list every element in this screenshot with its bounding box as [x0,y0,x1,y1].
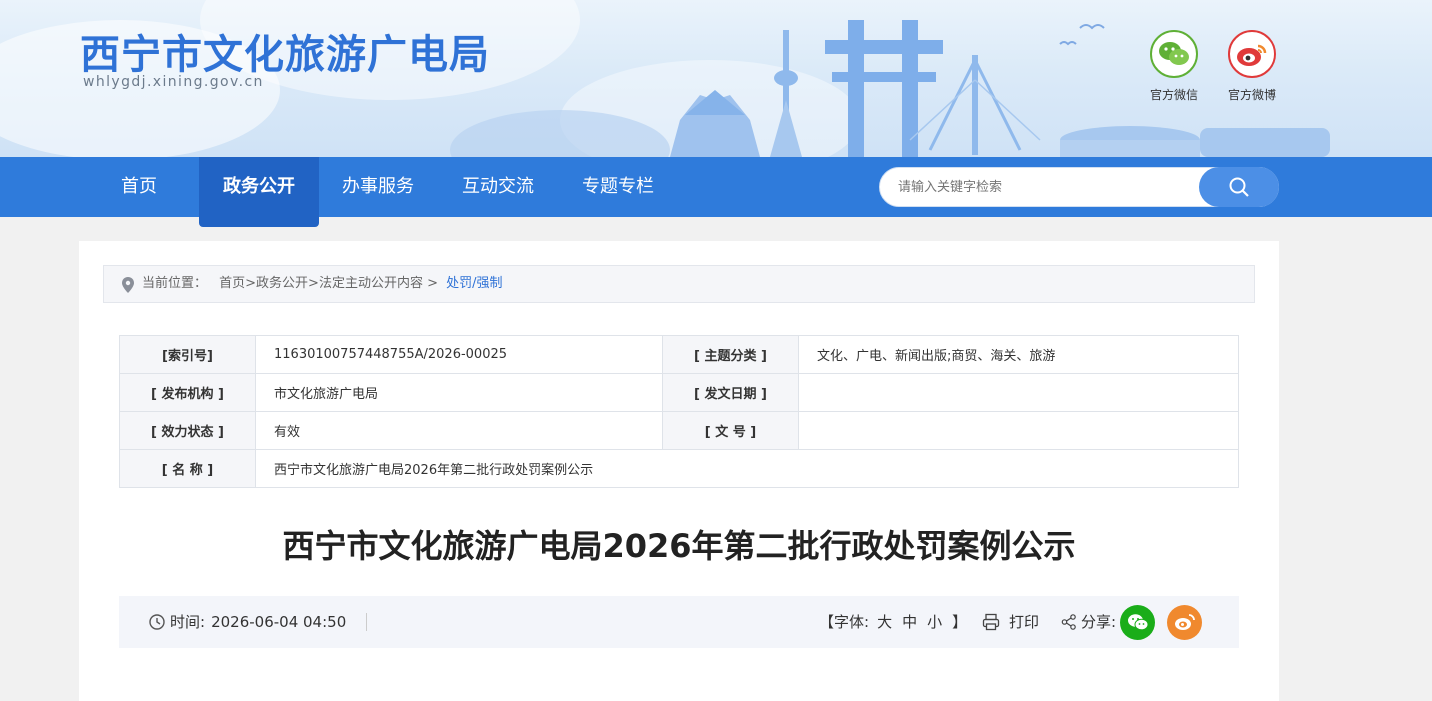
search-box [879,167,1279,207]
wechat-icon [1127,614,1149,631]
font-small-button[interactable]: 小 [927,596,942,648]
time-label: 时间: [170,613,206,631]
font-size-controls: 【字体: 大 中 小 】 [819,596,967,648]
weibo-label: 官方微博 [1227,88,1276,102]
wechat-label: 官方微信 [1149,88,1198,102]
table-row: [ 效力状态 ] 有效 [ 文 号 ] [119,411,1239,450]
clock-icon [149,614,165,630]
nav-interaction[interactable]: 互动交流 [450,157,546,217]
meta-status-value: 有效 [255,411,663,450]
wechat-official-link[interactable]: 官方微信 [1139,30,1209,103]
publish-time: 时间: 2026-06-04 04:50 [149,596,346,648]
font-large-button[interactable]: 大 [877,596,892,648]
table-row: [ 发布机构 ] 市文化旅游广电局 [ 发文日期 ] [119,373,1239,412]
wechat-icon[interactable] [1150,30,1198,78]
article-title: 西宁市文化旅游广电局2026年第二批行政处罚案例公示 [282,527,1076,565]
main-content: 当前位置： 首页>政务公开>法定主动公开内容 > 处罚/强制 [索引号] 116… [79,241,1279,701]
meta-publisher-value: 市文化旅游广电局 [255,373,663,412]
meta-topic-value: 文化、广电、新闻出版;商贸、海关、旅游 [798,335,1239,374]
weibo-icon [1174,614,1195,630]
time-value: 2026-06-04 04:50 [211,613,347,631]
meta-docno-value [798,411,1239,450]
main-nav: 首页 政务公开 办事服务 互动交流 专题专栏 [0,157,1432,227]
meta-index-label: [索引号] [119,335,256,374]
share-label: 分享: [1081,613,1117,631]
weibo-icon[interactable] [1228,30,1276,78]
printer-icon [982,613,1000,631]
site-header: 西宁市文化旅游广电局 whlygdj.xining.gov.cn 官方微信 官方… [0,0,1432,157]
table-row: [ 名 称 ] 西宁市文化旅游广电局2026年第二批行政处罚案例公示 [119,449,1239,488]
font-size-label: 【字体: [819,613,870,631]
nav-home[interactable]: 首页 [99,157,179,217]
meta-date-label: [ 发文日期 ] [662,373,799,412]
meta-date-value [798,373,1239,412]
meta-docno-label: [ 文 号 ] [662,411,799,450]
site-domain: whlygdj.xining.gov.cn [83,74,264,90]
search-input[interactable] [898,177,1198,197]
nav-government-affairs[interactable]: 政务公开 [199,157,319,227]
share-weibo-button[interactable] [1167,604,1203,640]
breadcrumb-prefix: 当前位置： [142,276,208,291]
meta-name-value: 西宁市文化旅游广电局2026年第二批行政处罚案例公示 [255,449,1239,488]
print-button[interactable]: 打印 [982,596,1039,648]
meta-index-value: 11630100757448755A/2026-00025 [255,335,663,374]
print-label: 打印 [1009,613,1040,631]
table-row: [索引号] 11630100757448755A/2026-00025 [ 主题… [119,335,1239,374]
meta-status-label: [ 效力状态 ] [119,411,256,450]
share-wechat-button[interactable] [1120,604,1156,640]
search-icon [1229,177,1249,197]
meta-name-label: [ 名 称 ] [119,449,256,488]
site-title[interactable]: 西宁市文化旅游广电局 [80,22,490,80]
meta-publisher-label: [ 发布机构 ] [119,373,256,412]
nav-special-topics[interactable]: 专题专栏 [570,157,666,217]
breadcrumb-path[interactable]: 首页>政务公开>法定主动公开内容 > [219,276,438,291]
document-meta-table: [索引号] 11630100757448755A/2026-00025 [ 主题… [119,335,1239,488]
location-pin-icon [122,277,134,293]
search-button[interactable] [1199,167,1279,207]
breadcrumb-current[interactable]: 处罚/强制 [446,276,502,291]
weibo-official-link[interactable]: 官方微博 [1217,30,1287,103]
share-icon [1061,614,1076,630]
nav-services[interactable]: 办事服务 [330,157,426,217]
breadcrumb: 当前位置： 首页>政务公开>法定主动公开内容 > 处罚/强制 [103,265,1255,303]
font-size-close: 】 [952,613,968,631]
share-section: 分享: [1061,596,1203,648]
article-toolbar: 时间: 2026-06-04 04:50 【字体: 大 中 小 】 打印 分享: [119,596,1239,648]
meta-topic-label: [ 主题分类 ] [662,335,799,374]
divider [366,613,367,631]
font-medium-button[interactable]: 中 [902,596,917,648]
